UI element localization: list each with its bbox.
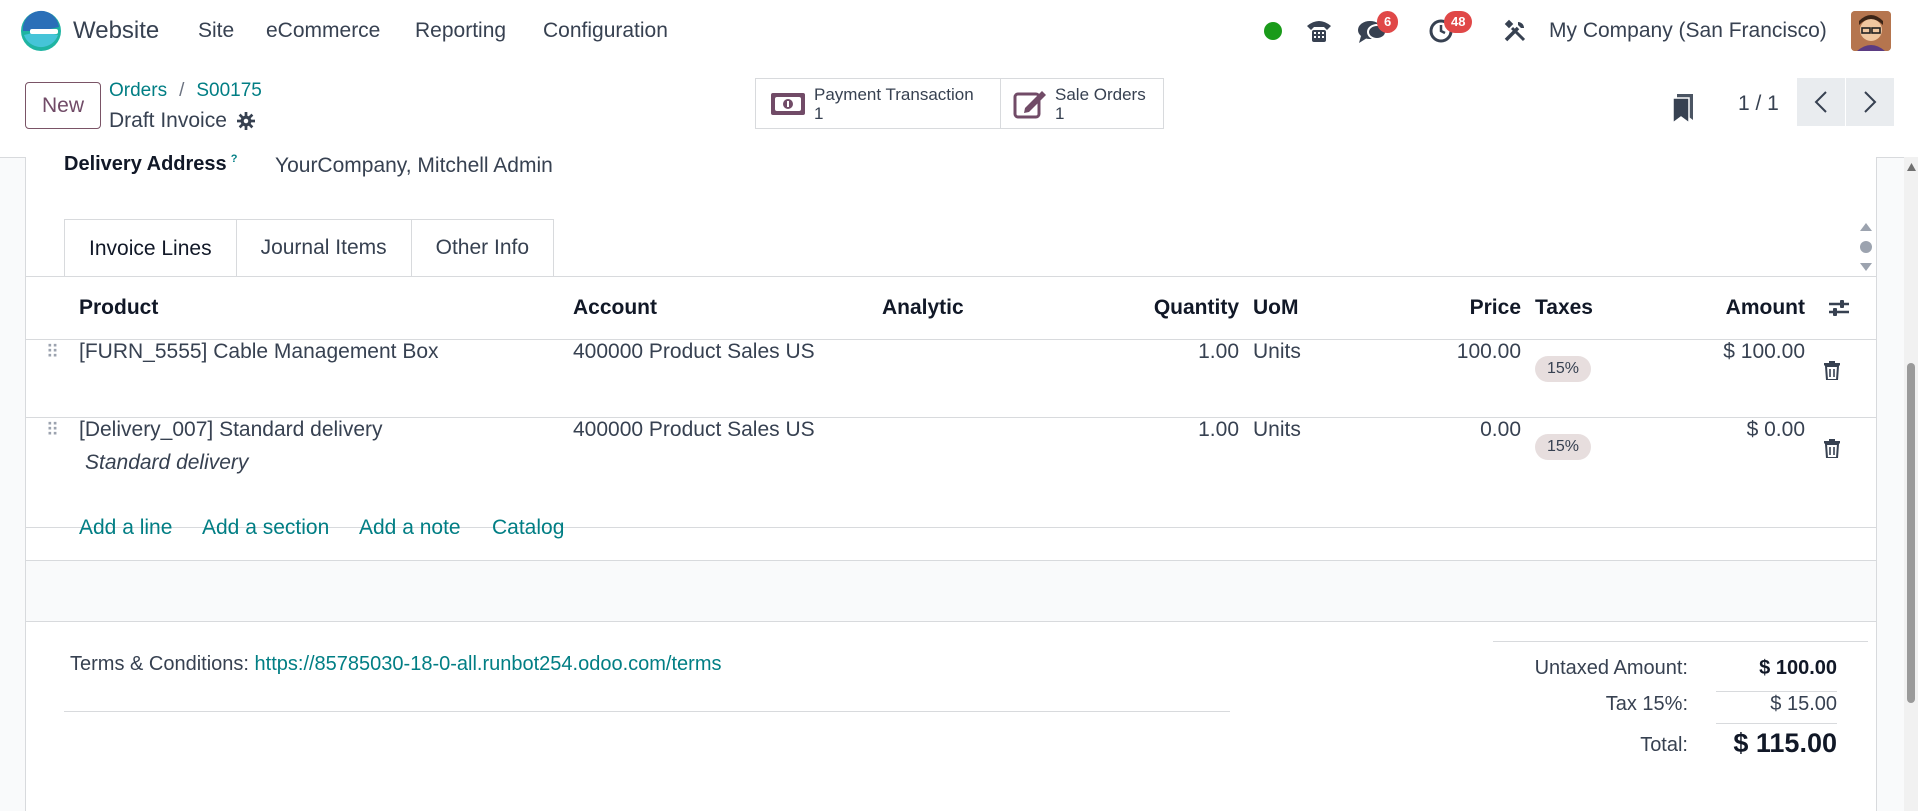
activity-bookmark-icon[interactable] xyxy=(1671,92,1695,124)
terms-conditions: Terms & Conditions: https://85785030-18-… xyxy=(70,653,721,676)
pager-value[interactable]: 1 / 1 xyxy=(1738,92,1779,116)
gear-icon[interactable] xyxy=(236,112,255,130)
payment-transaction-button[interactable]: Payment Transaction 1 xyxy=(755,78,1001,129)
tax-tag[interactable]: 15% xyxy=(1535,434,1592,460)
column-account[interactable]: Account xyxy=(573,277,882,340)
line-quantity[interactable]: 1.00 xyxy=(1107,339,1253,418)
line-account[interactable]: 400000 Product Sales US xyxy=(573,339,882,418)
table-header: Product Account Analytic Quantity UoM Pr… xyxy=(26,277,1876,340)
app-logo-icon[interactable] xyxy=(20,10,62,52)
column-quantity[interactable]: Quantity xyxy=(1107,277,1253,340)
scrollbar-thumb[interactable] xyxy=(1907,363,1915,703)
presence-status-icon xyxy=(1257,15,1289,47)
company-switcher[interactable]: My Company (San Francisco) xyxy=(1549,19,1827,43)
total-value: $ 115.00 xyxy=(1733,728,1837,758)
catalog-link[interactable]: Catalog xyxy=(492,516,564,540)
control-panel: New Orders / S00175 Draft Invoice Payment … xyxy=(0,62,1918,158)
tax-tag[interactable]: 15% xyxy=(1535,356,1592,382)
breadcrumb-separator: / xyxy=(179,80,185,101)
tab-invoice-lines[interactable]: Invoice Lines xyxy=(64,219,237,277)
record-title: Draft Invoice xyxy=(109,109,255,133)
line-analytic[interactable] xyxy=(882,339,995,418)
handle-header xyxy=(26,277,79,340)
untaxed-value: $ 100.00 xyxy=(1759,657,1837,679)
app-name[interactable]: Website xyxy=(73,17,159,45)
sale-orders-count: 1 xyxy=(1055,103,1065,123)
tab-journal-items[interactable]: Journal Items xyxy=(235,219,412,276)
notebook-tabs: Invoice Lines Journal Items Other Info xyxy=(64,219,555,277)
breadcrumb-order[interactable]: S00175 xyxy=(196,80,262,101)
column-uom[interactable]: UoM xyxy=(1253,277,1380,340)
add-line-row: Add a line Add a section Add a note Cata… xyxy=(26,498,1876,561)
tax-label: Tax 15%: xyxy=(1605,693,1688,715)
payment-transaction-count: 1 xyxy=(814,103,824,123)
chevron-right-icon xyxy=(1864,91,1877,113)
trash-icon[interactable] xyxy=(1824,361,1840,380)
invoice-lines-table: Product Account Analytic Quantity UoM Pr… xyxy=(26,277,1876,528)
delivery-address-label: Delivery Address? xyxy=(64,153,238,175)
sale-orders-button[interactable]: Sale Orders 1 xyxy=(1000,78,1164,129)
scroll-up-arrow-icon[interactable] xyxy=(1907,163,1916,171)
breadcrumb: Orders / S00175 xyxy=(109,80,262,102)
totals-top-border xyxy=(1493,641,1868,642)
menu-reporting[interactable]: Reporting xyxy=(415,19,506,43)
column-taxes[interactable]: Taxes xyxy=(1535,277,1670,340)
terms-divider xyxy=(64,711,1230,712)
edit-icon xyxy=(1013,90,1046,118)
chevron-left-icon xyxy=(1814,91,1827,113)
phone-icon[interactable] xyxy=(1303,15,1335,47)
menu-site[interactable]: Site xyxy=(198,19,234,43)
menu-configuration[interactable]: Configuration xyxy=(543,19,668,43)
table-footer-band xyxy=(26,561,1876,622)
user-avatar[interactable] xyxy=(1851,11,1891,51)
terms-link[interactable]: https://85785030-18-0-all.runbot254.odoo… xyxy=(255,653,722,675)
totals-divider xyxy=(1716,691,1837,692)
line-product[interactable]: [Delivery_007] Standard delivery xyxy=(79,418,573,442)
terms-label: Terms & Conditions: xyxy=(70,653,249,675)
column-product[interactable]: Product xyxy=(79,277,573,340)
column-amount[interactable]: Amount xyxy=(1726,296,1805,320)
line-description[interactable]: Standard delivery xyxy=(85,451,573,475)
help-tooltip-icon[interactable]: ? xyxy=(231,153,238,165)
money-icon xyxy=(771,92,805,115)
tab-other-info[interactable]: Other Info xyxy=(410,219,555,276)
form-sheet: Delivery Address? YourCompany, Mitchell … xyxy=(25,153,1877,811)
page-scrollbar[interactable] xyxy=(1904,157,1918,811)
tax-value: $ 15.00 xyxy=(1770,693,1837,715)
debug-tools-icon[interactable] xyxy=(1499,15,1531,47)
payment-transaction-label: Payment Transaction xyxy=(814,84,974,104)
breadcrumb-orders[interactable]: Orders xyxy=(109,80,167,101)
pager-previous-button[interactable] xyxy=(1797,78,1845,126)
activities-badge: 48 xyxy=(1444,11,1473,33)
pager-next-button[interactable] xyxy=(1846,78,1894,126)
line-amount: $ 100.00 xyxy=(1723,340,1805,363)
record-title-text: Draft Invoice xyxy=(109,109,227,132)
trash-icon[interactable] xyxy=(1824,439,1840,458)
column-analytic[interactable]: Analytic xyxy=(882,277,995,340)
menu-ecommerce[interactable]: eCommerce xyxy=(266,19,380,43)
untaxed-label: Untaxed Amount: xyxy=(1534,657,1688,679)
add-note-link[interactable]: Add a note xyxy=(359,516,461,540)
messages-badge: 6 xyxy=(1377,11,1399,33)
totals-divider xyxy=(1716,723,1837,724)
line-uom[interactable]: Units xyxy=(1253,339,1380,418)
drag-handle-icon[interactable]: ⠿ xyxy=(46,420,59,440)
column-price[interactable]: Price xyxy=(1380,277,1535,340)
line-product[interactable]: [FURN_5555] Cable Management Box xyxy=(79,339,573,418)
scroll-indicator-icon[interactable] xyxy=(1859,222,1873,272)
line-amount: $ 0.00 xyxy=(1746,418,1805,441)
table-row[interactable]: ⠿ [FURN_5555] Cable Management Box 40000… xyxy=(26,339,1876,418)
line-price[interactable]: 100.00 xyxy=(1380,339,1535,418)
top-navbar: Website Site eCommerce Reporting Configu… xyxy=(0,0,1918,62)
delivery-address-value[interactable]: YourCompany, Mitchell Admin xyxy=(275,154,553,178)
drag-handle-icon[interactable]: ⠿ xyxy=(46,342,59,362)
total-label: Total: xyxy=(1640,734,1688,756)
sale-orders-label: Sale Orders xyxy=(1055,84,1146,104)
column-settings-icon[interactable] xyxy=(1828,298,1850,318)
add-line-link[interactable]: Add a line xyxy=(79,516,172,540)
add-section-link[interactable]: Add a section xyxy=(202,516,329,540)
new-button[interactable]: New xyxy=(25,82,101,129)
